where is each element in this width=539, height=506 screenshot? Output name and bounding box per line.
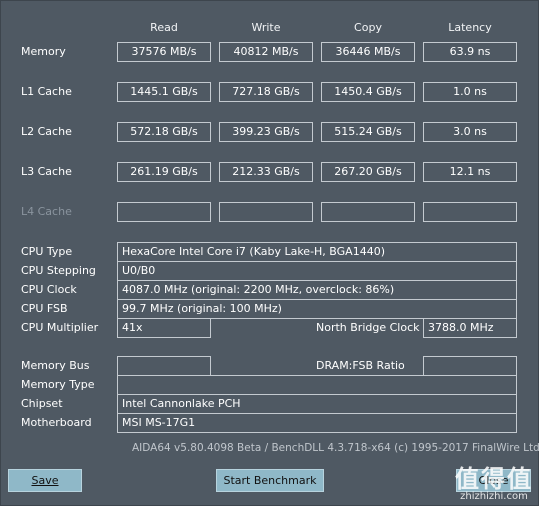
start-benchmark-button[interactable]: Start Benchmark [216, 469, 324, 492]
memory-latency-value: 63.9 ns [423, 42, 517, 62]
memory-bus-value [117, 356, 211, 376]
save-button[interactable]: Save [8, 469, 82, 492]
l1-copy-value: 1450.4 GB/s [321, 82, 415, 102]
l4-copy-value [321, 202, 415, 222]
l1-latency-value: 1.0 ns [423, 82, 517, 102]
memory-type-value [117, 375, 517, 395]
l3-read-value: 261.19 GB/s [117, 162, 211, 182]
save-button-label: Save [31, 474, 59, 487]
cpu-fsb-label: CPU FSB [21, 302, 68, 315]
north-bridge-clock-value: 3788.0 MHz [423, 318, 517, 338]
cpu-fsb-value: 99.7 MHz (original: 100 MHz) [117, 299, 517, 319]
cpu-multiplier-label: CPU Multiplier [21, 321, 99, 334]
l2-read-value: 572.18 GB/s [117, 122, 211, 142]
col-header-copy: Copy [354, 21, 382, 34]
row-label-l3: L3 Cache [21, 165, 72, 178]
motherboard-label: Motherboard [21, 416, 92, 429]
l1-read-value: 1445.1 GB/s [117, 82, 211, 102]
watermark-logo: 值得值 [455, 465, 533, 493]
chipset-value: Intel Cannonlake PCH [117, 394, 517, 414]
memory-bus-label: Memory Bus [21, 359, 90, 372]
motherboard-value: MSI MS-17G1 [117, 413, 517, 433]
memory-copy-value: 36446 MB/s [321, 42, 415, 62]
chipset-label: Chipset [21, 397, 63, 410]
cpu-type-value: HexaCore Intel Core i7 (Kaby Lake-H, BGA… [117, 242, 517, 262]
watermark: 值得值 zhizhizhi.com [455, 467, 533, 502]
l4-read-value [117, 202, 211, 222]
l2-write-value: 399.23 GB/s [219, 122, 313, 142]
version-footer: AIDA64 v5.80.4098 Beta / BenchDLL 4.3.71… [132, 442, 539, 454]
col-header-read: Read [150, 21, 178, 34]
cpu-stepping-label: CPU Stepping [21, 264, 96, 277]
row-label-memory: Memory [21, 45, 66, 58]
l2-latency-value: 3.0 ns [423, 122, 517, 142]
row-label-l2: L2 Cache [21, 125, 72, 138]
cpu-multiplier-value: 41x [117, 318, 211, 338]
dram-fsb-ratio-label: DRAM:FSB Ratio [316, 359, 405, 372]
cpu-clock-label: CPU Clock [21, 283, 77, 296]
memory-type-label: Memory Type [21, 378, 95, 391]
cpu-clock-value: 4087.0 MHz (original: 2200 MHz, overcloc… [117, 280, 517, 300]
cpu-type-label: CPU Type [21, 245, 73, 258]
north-bridge-clock-label: North Bridge Clock [316, 321, 420, 334]
watermark-url: zhizhizhi.com [460, 491, 528, 502]
l3-latency-value: 12.1 ns [423, 162, 517, 182]
memory-write-value: 40812 MB/s [219, 42, 313, 62]
dram-fsb-ratio-value [423, 356, 517, 376]
row-label-l4: L4 Cache [21, 205, 72, 218]
row-label-l1: L1 Cache [21, 85, 72, 98]
col-header-latency: Latency [448, 21, 492, 34]
memory-read-value: 37576 MB/s [117, 42, 211, 62]
l4-write-value [219, 202, 313, 222]
l1-write-value: 727.18 GB/s [219, 82, 313, 102]
col-header-write: Write [251, 21, 281, 34]
l2-copy-value: 515.24 GB/s [321, 122, 415, 142]
l3-copy-value: 267.20 GB/s [321, 162, 415, 182]
l4-latency-value [423, 202, 517, 222]
cpu-stepping-value: U0/B0 [117, 261, 517, 281]
l3-write-value: 212.33 GB/s [219, 162, 313, 182]
